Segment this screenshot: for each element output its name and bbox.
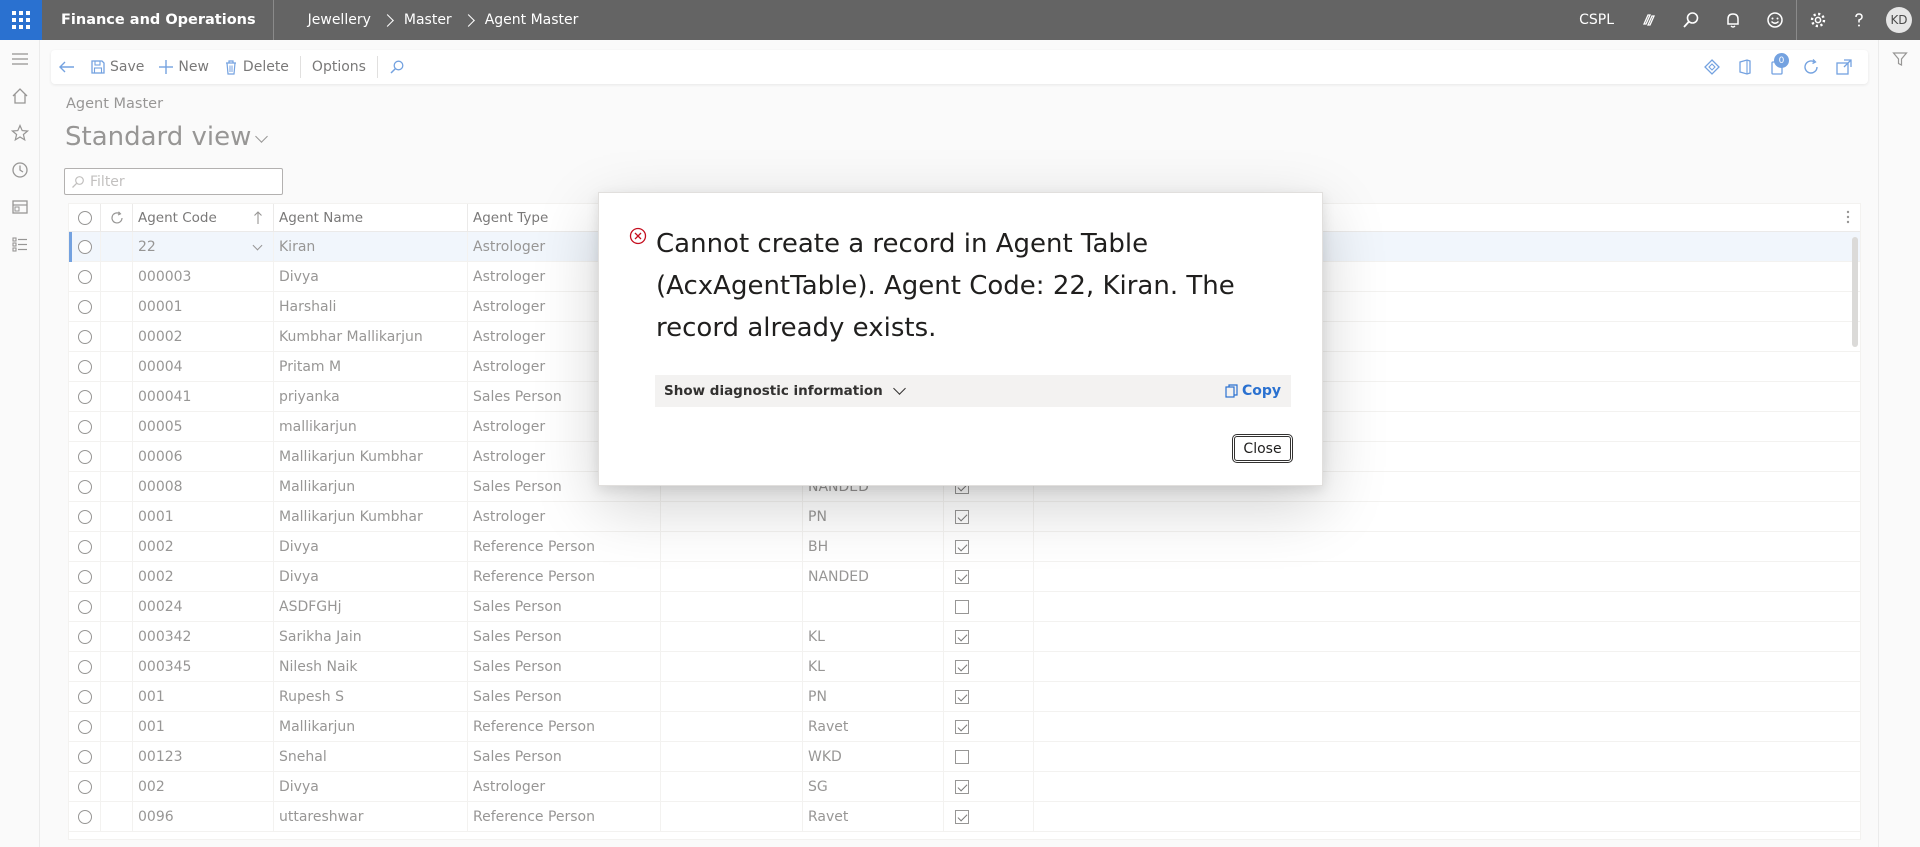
top-nav-bar: Finance and Operations Jewellery Master … [0, 0, 1920, 40]
bell-icon[interactable] [1712, 0, 1754, 40]
error-message: Cannot create a record in Agent Table (A… [656, 229, 1235, 343]
copy-label: Copy [1241, 383, 1281, 399]
company-picker[interactable]: CSPL [1579, 12, 1614, 28]
gear-icon[interactable] [1796, 0, 1838, 40]
top-right-tools: CSPL KD [1579, 0, 1920, 40]
smiley-feedback-icon[interactable] [1754, 0, 1796, 40]
avatar[interactable]: KD [1886, 7, 1912, 33]
chevron-right-icon [381, 13, 394, 27]
help-icon[interactable] [1838, 0, 1880, 40]
close-button[interactable]: Close [1232, 434, 1293, 463]
breadcrumb-item-page[interactable]: Agent Master [485, 12, 579, 28]
error-icon [629, 227, 647, 249]
chevron-down-icon [892, 382, 906, 395]
breadcrumb-item-group[interactable]: Master [404, 12, 452, 28]
breadcrumb-item-module[interactable]: Jewellery [308, 12, 371, 28]
copy-button[interactable]: Copy [1225, 375, 1281, 407]
waffle-icon [12, 11, 30, 29]
app-launcher-button[interactable] [0, 0, 42, 40]
search-icon[interactable] [1670, 0, 1712, 40]
error-dialog: Cannot create a record in Agent Table (A… [598, 192, 1323, 486]
breadcrumb: Jewellery Master Agent Master [308, 12, 579, 28]
show-diagnostic-toggle[interactable]: Show diagnostic information Copy [655, 375, 1291, 407]
chevron-right-icon [461, 13, 475, 27]
diagnostic-label: Show diagnostic information [664, 383, 883, 399]
app-name[interactable]: Finance and Operations [42, 0, 274, 40]
copy-icon [1225, 384, 1238, 398]
copilot-icon[interactable] [1628, 0, 1670, 40]
